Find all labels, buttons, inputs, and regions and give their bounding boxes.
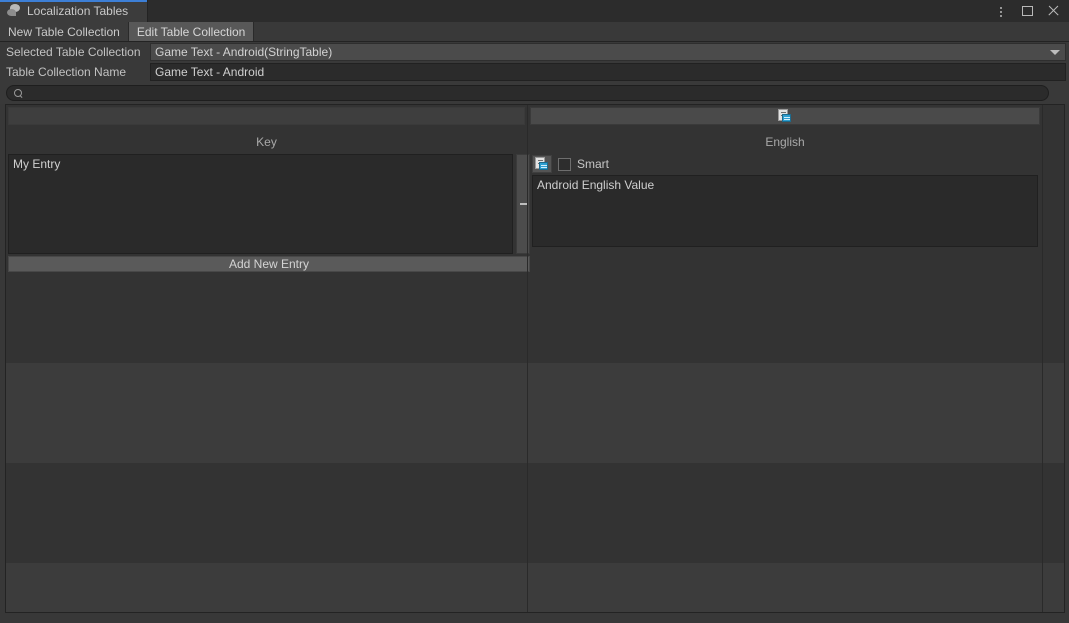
table-collection-name-value: Game Text - Android bbox=[155, 65, 265, 79]
close-icon[interactable] bbox=[1047, 4, 1060, 18]
window-controls bbox=[995, 0, 1069, 22]
tab-label: Localization Tables bbox=[27, 4, 129, 18]
english-table-asset-button[interactable] bbox=[530, 107, 1040, 125]
selected-table-collection-row: Selected Table Collection Game Text - An… bbox=[0, 42, 1069, 62]
search-input[interactable] bbox=[22, 87, 1048, 99]
search-box[interactable] bbox=[6, 85, 1049, 101]
column-divider-english-end[interactable] bbox=[1042, 105, 1043, 612]
table-collection-name-row: Table Collection Name Game Text - Androi… bbox=[0, 62, 1069, 82]
smart-checkbox[interactable] bbox=[558, 157, 571, 171]
kebab-menu-icon[interactable] bbox=[995, 4, 1008, 18]
english-value-header: Smart bbox=[532, 155, 609, 173]
table-collection-name-field[interactable]: Game Text - Android bbox=[150, 63, 1066, 81]
table-row-empty bbox=[6, 363, 1064, 463]
edit-table-collection-tab[interactable]: Edit Table Collection bbox=[128, 22, 255, 41]
entry-value-input[interactable] bbox=[532, 175, 1038, 247]
chevron-down-icon[interactable] bbox=[1050, 50, 1060, 55]
table-row-empty bbox=[6, 563, 1064, 612]
localization-bubbles-icon bbox=[6, 3, 22, 19]
tab-localization-tables[interactable]: Localization Tables bbox=[0, 0, 148, 22]
new-table-collection-tab[interactable]: New Table Collection bbox=[0, 22, 129, 41]
add-new-entry-button[interactable]: Add New Entry bbox=[8, 256, 530, 272]
table-collection-name-label: Table Collection Name bbox=[6, 65, 127, 79]
english-value-cell: Smart bbox=[528, 153, 1042, 263]
table-row: Add New Entry Smart bbox=[6, 153, 1064, 272]
titlebar-spacer bbox=[148, 0, 995, 22]
column-title-english: English bbox=[765, 135, 805, 149]
entry-asset-button[interactable] bbox=[532, 155, 552, 173]
string-table-asset-icon bbox=[535, 157, 549, 171]
selected-table-collection-value: Game Text - Android(StringTable) bbox=[155, 45, 333, 59]
key-header-button[interactable] bbox=[8, 107, 525, 125]
search-icon bbox=[14, 89, 22, 97]
empty-rows bbox=[6, 263, 1064, 612]
titlebar: Localization Tables bbox=[0, 0, 1069, 22]
key-cell: Add New Entry bbox=[6, 153, 530, 272]
selected-table-collection-label: Selected Table Collection bbox=[6, 45, 141, 59]
entry-key-input[interactable] bbox=[8, 154, 513, 254]
entries-table: Key English Add New Entry bbox=[5, 104, 1065, 613]
column-header-key[interactable]: Key bbox=[6, 105, 527, 153]
maximize-icon[interactable] bbox=[1021, 4, 1034, 18]
string-table-asset-icon bbox=[778, 109, 792, 123]
table-row-empty bbox=[6, 263, 1064, 363]
search-row bbox=[0, 82, 1069, 104]
column-title-key: Key bbox=[256, 135, 277, 149]
table-row-empty bbox=[6, 463, 1064, 563]
column-divider-key-english[interactable] bbox=[527, 105, 528, 612]
table-header: Key English bbox=[6, 105, 1064, 153]
smart-label: Smart bbox=[577, 157, 610, 171]
selected-table-collection-field[interactable]: Game Text - Android(StringTable) bbox=[150, 43, 1066, 61]
toolbar-filler bbox=[254, 22, 1069, 41]
toolbar: New Table Collection Edit Table Collecti… bbox=[0, 22, 1069, 42]
localization-tables-window: Localization Tables New Table Collection… bbox=[0, 0, 1069, 623]
column-header-english[interactable]: English bbox=[528, 105, 1042, 153]
